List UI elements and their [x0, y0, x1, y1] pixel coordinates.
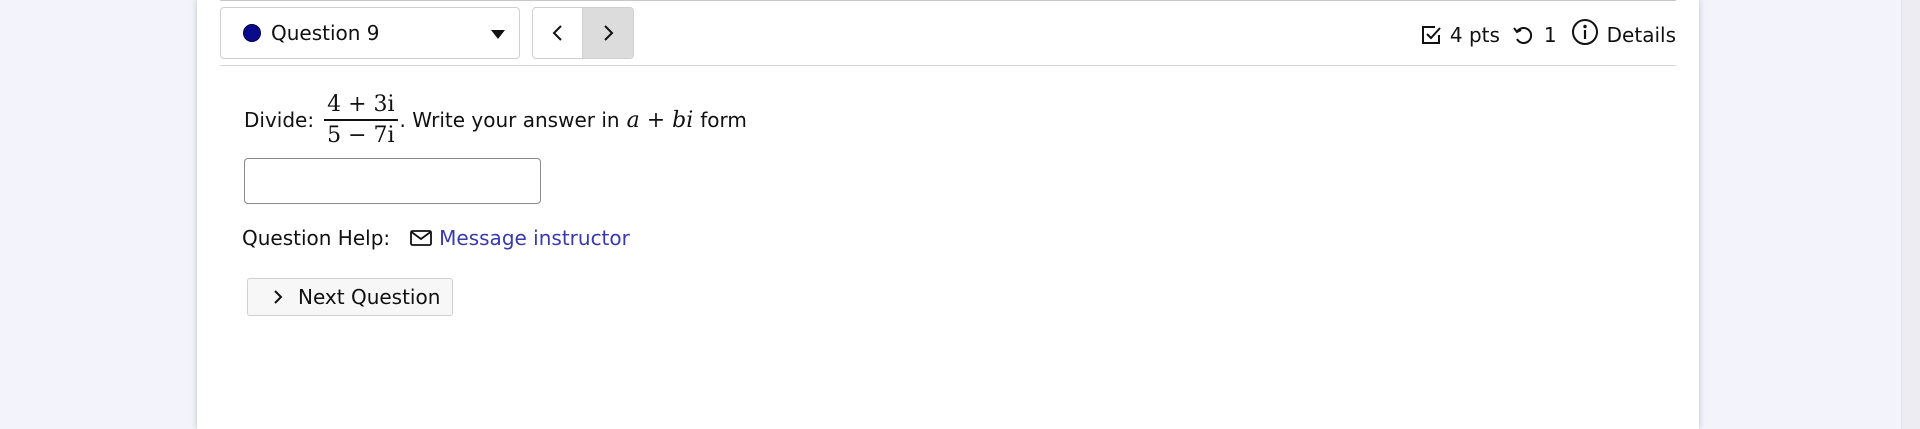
- next-question-label: Next Question: [298, 285, 441, 309]
- question-meta: 4 pts 1 Details: [1420, 17, 1676, 53]
- prompt-suffix: form: [700, 108, 747, 132]
- top-divider: [220, 0, 1676, 1]
- retry-icon: [1513, 27, 1533, 44]
- prompt-prefix: Divide:: [244, 108, 315, 132]
- window-edge: [1901, 0, 1920, 429]
- header-divider: [220, 65, 1676, 66]
- next-question-arrow-button[interactable]: [583, 8, 633, 58]
- question-selector-label: Question 9: [271, 21, 380, 45]
- points-text: 4 pts: [1449, 23, 1500, 47]
- attempts-text: 1: [1543, 23, 1557, 47]
- previous-question-button[interactable]: [533, 8, 583, 58]
- chevron-left-icon: [552, 25, 562, 41]
- next-question-button[interactable]: Next Question: [247, 278, 453, 316]
- message-instructor-link[interactable]: Message instructor: [439, 226, 630, 250]
- fraction-denominator: 5 − 7i: [327, 123, 395, 148]
- points-indicator: 4 pts: [1420, 23, 1500, 47]
- question-prompt: Divide: 4 + 3i 5 − 7i . Write your answe…: [244, 86, 747, 154]
- checkbox-checked-icon: [1421, 26, 1441, 44]
- envelope-icon[interactable]: [410, 229, 433, 247]
- details-label: Details: [1606, 23, 1676, 47]
- question-help: Question Help: Message instructor: [242, 224, 630, 252]
- status-dot-icon: [243, 24, 261, 42]
- help-label: Question Help:: [242, 226, 391, 250]
- info-icon: [1571, 19, 1598, 45]
- question-nav: [532, 7, 634, 59]
- details-button[interactable]: Details: [1571, 19, 1676, 47]
- chevron-right-icon: [604, 25, 614, 41]
- fraction-expression: 4 + 3i 5 − 7i: [324, 92, 398, 148]
- question-selector[interactable]: Question 9: [220, 7, 520, 59]
- prompt-middle: . Write your answer in: [399, 108, 620, 132]
- attempts-indicator: 1: [1512, 23, 1557, 47]
- answer-input[interactable]: [244, 158, 541, 204]
- form-expression: a + bi: [626, 107, 694, 133]
- chevron-right-icon: [274, 290, 283, 304]
- fraction-numerator: 4 + 3i: [327, 92, 395, 117]
- caret-down-icon: [491, 30, 505, 39]
